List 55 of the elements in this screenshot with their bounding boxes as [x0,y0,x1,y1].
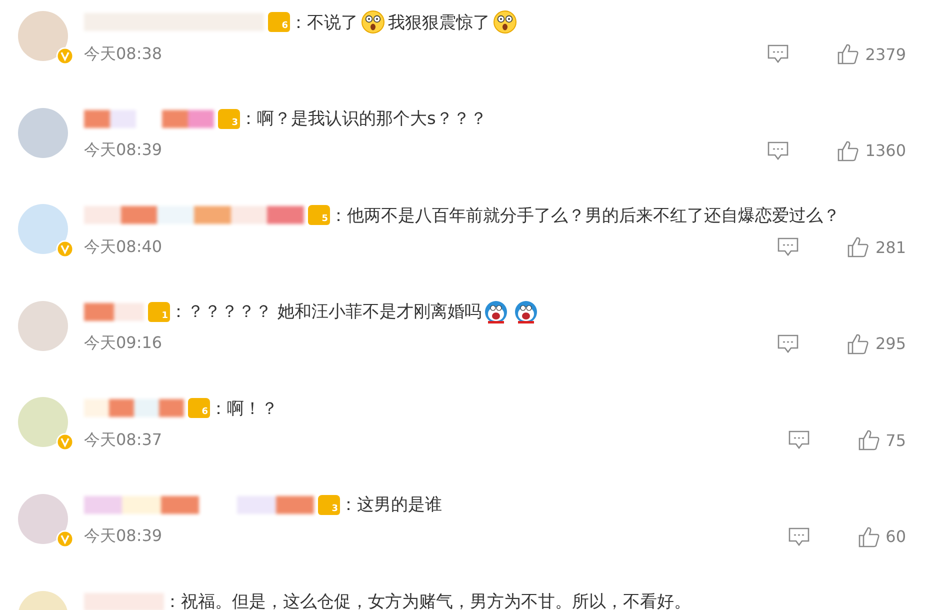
comment-time: 今天08:39 [84,140,162,162]
thumbs-up-icon [837,43,860,65]
like-button[interactable]: 1360 [837,140,906,162]
comment-icon [777,334,800,354]
reply-button[interactable] [767,140,790,161]
reply-button[interactable] [777,237,800,258]
comment-text: ：这男的是谁 [340,494,442,516]
comment-icon [777,237,800,258]
shocked-face-icon [493,10,517,34]
crown-level-badge: 6 [268,12,290,32]
avatar-image [18,11,68,61]
crown-level-badge: 1 [148,302,170,322]
comment-time: 今天09:16 [84,333,162,354]
comment-text: ：啊！？ [210,398,278,420]
comment-text: ：不说了 [290,12,358,34]
like-button[interactable]: 295 [847,332,906,355]
blurred-username [84,302,144,321]
comment-text: ：啊？是我认识的那个大s？？？ [240,108,487,130]
comment-icon [767,140,790,161]
comment-text: ：他两不是八百年前就分手了么？男的后来不红了还自爆恋爱过么？ [330,204,840,227]
cartoon-face-icon [484,300,508,324]
thumbs-up-icon [837,140,860,162]
comment-icon [788,430,810,450]
comment-time: 今天08:37 [84,430,162,451]
crown-level-badge: 6 [188,398,210,418]
comment-icon [788,526,810,547]
reply-button[interactable] [767,44,790,64]
like-button[interactable]: 281 [847,236,906,258]
thumbs-up-icon [847,332,870,355]
avatar-image [18,494,68,544]
reply-button[interactable] [777,334,800,354]
avatar-image [18,300,68,351]
thumbs-up-icon [858,429,880,452]
reply-button[interactable] [788,430,810,450]
cartoon-face-icon [514,300,538,324]
comment-text: 我狠狠震惊了 [388,12,490,34]
reply-button[interactable] [788,526,810,547]
like-button[interactable]: 60 [858,526,906,548]
comment-time: 今天08:40 [84,236,162,258]
thumbs-up-icon [847,236,870,258]
thumbs-up-icon [858,526,880,548]
like-button[interactable]: 2379 [837,43,906,65]
avatar-image [18,108,68,158]
crown-level-badge: 3 [318,494,340,515]
comment-icon [767,44,790,64]
comment-text: ：祝福。但是，这么仓促，女方为赌气，男方为不甘。所以，不看好。 [164,591,691,610]
crown-level-badge: 3 [218,108,240,129]
crown-level-badge: 5 [308,205,330,226]
comment-time: 今天08:38 [84,44,162,64]
comment-text: ：？？？？？ 她和汪小菲不是才刚离婚吗 [170,301,482,324]
like-button[interactable]: 75 [858,429,906,452]
shocked-face-icon [361,10,385,34]
avatar-image [18,397,68,448]
avatar-image [18,204,68,254]
comment-time: 今天08:39 [84,526,162,548]
